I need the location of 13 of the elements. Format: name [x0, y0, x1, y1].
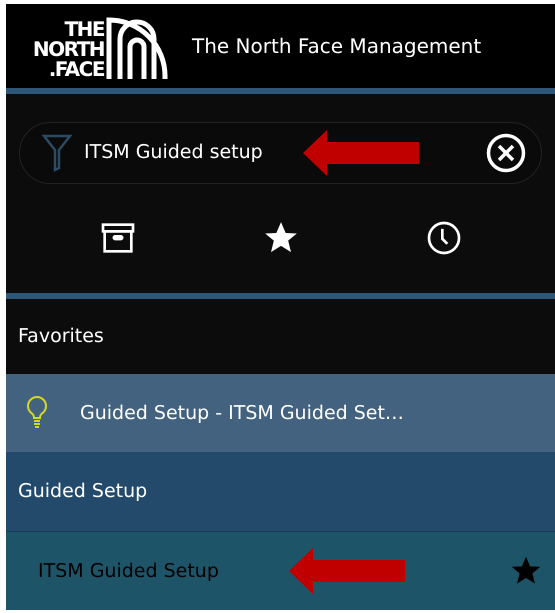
logo-text: NORTH	[32, 38, 104, 59]
search-field[interactable]: ITSM Guided setup	[19, 122, 542, 184]
star-icon[interactable]	[511, 556, 541, 586]
logo-arcs-icon	[106, 16, 168, 79]
favorite-item[interactable]: Guided Setup - ITSM Guided Set…	[6, 374, 555, 452]
group-header[interactable]: Guided Setup	[6, 452, 555, 532]
filter-icon	[42, 132, 72, 173]
logo-text: THE	[64, 18, 104, 39]
app-title: The North Face Management	[192, 32, 482, 60]
logo-text: .FACE	[48, 58, 104, 79]
section-heading: Favorites	[18, 324, 104, 350]
search-value: ITSM Guided setup	[84, 140, 263, 166]
clear-icon[interactable]	[485, 132, 527, 174]
